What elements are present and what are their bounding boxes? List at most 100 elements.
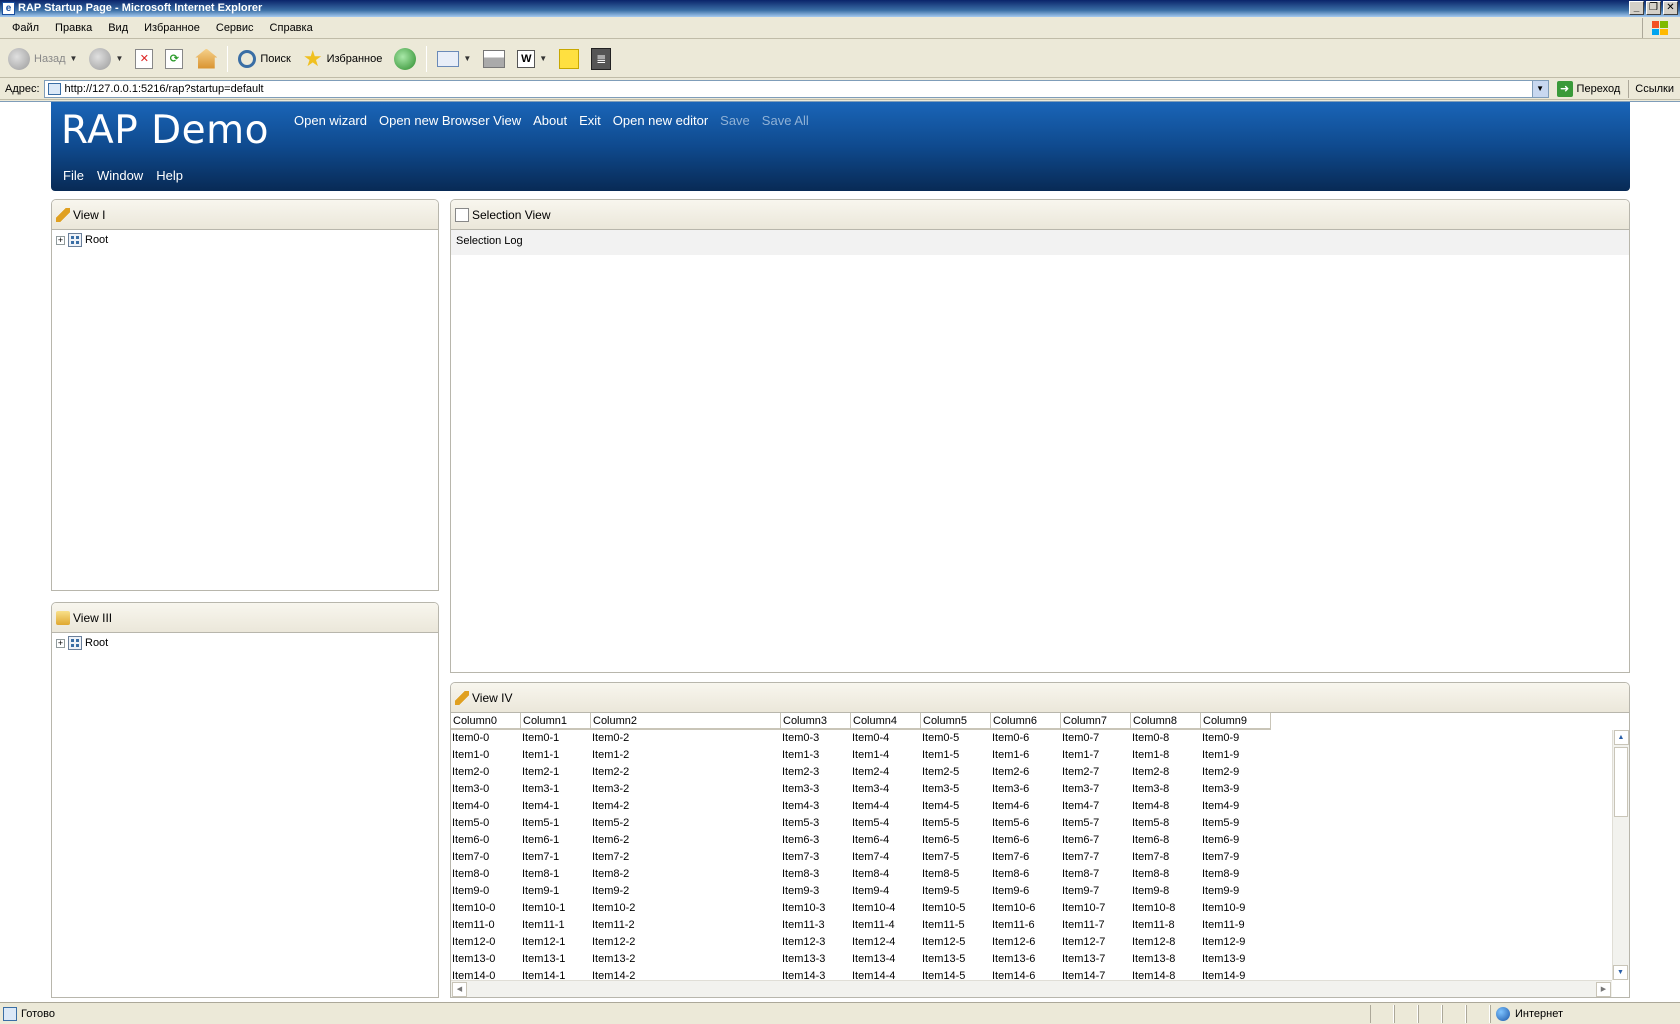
table-cell: Item14-8 [1132, 970, 1176, 980]
selection-view-header[interactable]: Selection View [451, 200, 1629, 230]
table-cell: Item5-5 [922, 817, 960, 829]
table-cell: Item14-3 [782, 970, 826, 980]
go-button[interactable]: ➜ Переход [1549, 80, 1629, 97]
column-header[interactable]: Column7 [1061, 713, 1131, 729]
scroll-left-icon[interactable]: ◀ [452, 982, 467, 997]
home-button[interactable] [191, 44, 221, 74]
expand-icon[interactable]: + [56, 638, 65, 648]
messenger-button[interactable]: ≣ [587, 44, 615, 74]
table-row[interactable]: Item14-0 Item14-1 Item14-2 Item14-3 Item14-4… [451, 968, 1612, 980]
table-row[interactable]: Item9-0 Item9-1 Item9-2 Item9-3 Item9-4 Item9… [451, 883, 1612, 900]
column-header[interactable]: Column8 [1131, 713, 1201, 729]
column-header[interactable]: Column5 [921, 713, 991, 729]
edit-button[interactable]: W ▼ [513, 44, 551, 74]
mail-button[interactable]: ▼ [433, 44, 475, 74]
expand-icon[interactable]: + [56, 235, 65, 245]
table-cell: Item9-8 [1132, 885, 1170, 897]
address-dropdown-button[interactable]: ▼ [1531, 80, 1548, 97]
chevron-down-icon[interactable]: ▼ [115, 54, 123, 63]
forward-button[interactable]: ▼ [85, 44, 127, 74]
horizontal-scrollbar[interactable]: ◀ ▶ [451, 980, 1612, 997]
action-open-wizard[interactable]: Open wizard [294, 113, 367, 128]
search-button[interactable]: Поиск [234, 44, 294, 74]
column-header[interactable]: Column2 [591, 713, 781, 729]
view-4-header[interactable]: View IV [451, 683, 1629, 713]
table-row[interactable]: Item6-0 Item6-1 Item6-2 Item6-3 Item6-4 Item6… [451, 832, 1612, 849]
rap-menu-window[interactable]: Window [97, 168, 143, 183]
table-cell: Item12-8 [1132, 936, 1176, 948]
scroll-down-icon[interactable]: ▼ [1613, 965, 1628, 980]
stop-button[interactable]: ✕ [131, 44, 157, 74]
print-button[interactable] [479, 44, 509, 74]
action-open-browser-view[interactable]: Open new Browser View [379, 113, 521, 128]
refresh-button[interactable]: ⟳ [161, 44, 187, 74]
column-header[interactable]: Column3 [781, 713, 851, 729]
status-panel [1370, 1004, 1394, 1023]
table-cell: Item7-6 [992, 851, 1030, 863]
vertical-scrollbar[interactable]: ▲ ▼ [1612, 730, 1629, 980]
close-button[interactable]: ✕ [1663, 1, 1678, 15]
menu-edit[interactable]: Правка [47, 22, 100, 34]
view-1-header[interactable]: View I [52, 200, 438, 230]
address-url[interactable]: http://127.0.0.1:5216/rap?startup=defaul… [65, 83, 264, 95]
rap-menu-help[interactable]: Help [156, 168, 183, 183]
rap-header: RAP Demo Open wizard Open new Browser Vi… [51, 102, 1630, 191]
column-header[interactable]: Column0 [451, 713, 521, 729]
ie-menubar: Файл Правка Вид Избранное Сервис Справка [0, 17, 1680, 39]
minimize-button[interactable]: _ [1629, 1, 1644, 15]
table-cell: Item14-4 [852, 970, 896, 980]
table-row[interactable]: Item8-0 Item8-1 Item8-2 Item8-3 Item8-4 Item8… [451, 866, 1612, 883]
rap-menu-file[interactable]: File [63, 168, 84, 183]
column-header[interactable]: Column9 [1201, 713, 1271, 729]
table-row[interactable]: Item5-0 Item5-1 Item5-2 Item5-3 Item5-4 Item5… [451, 815, 1612, 832]
restore-button[interactable]: ❐ [1646, 1, 1661, 15]
table-row[interactable]: Item3-0 Item3-1 Item3-2 Item3-3 Item3-4 Item3… [451, 781, 1612, 798]
action-about[interactable]: About [533, 113, 567, 128]
rap-action-bar: Open wizard Open new Browser View About … [294, 113, 809, 128]
table-row[interactable]: Item12-0 Item12-1 Item12-2 Item12-3 Item12-4… [451, 934, 1612, 951]
tree-node-root[interactable]: + Root [56, 232, 438, 248]
history-button[interactable] [390, 44, 420, 74]
chevron-down-icon[interactable]: ▼ [463, 54, 471, 63]
scroll-thumb[interactable] [1614, 747, 1628, 817]
table-row[interactable]: Item2-0 Item2-1 Item2-2 Item2-3 Item2-4 Item2… [451, 764, 1612, 781]
toolbar-separator [426, 45, 428, 72]
menu-view[interactable]: Вид [100, 22, 136, 34]
menu-tools[interactable]: Сервис [208, 22, 262, 34]
action-open-new-editor[interactable]: Open new editor [613, 113, 708, 128]
chevron-down-icon[interactable]: ▼ [539, 54, 547, 63]
column-header[interactable]: Column1 [521, 713, 591, 729]
address-input[interactable]: http://127.0.0.1:5216/rap?startup=defaul… [43, 79, 1549, 98]
table-cell: Item11-9 [1202, 919, 1245, 931]
table-row[interactable]: Item4-0 Item4-1 Item4-2 Item4-3 Item4-4 Item4… [451, 798, 1612, 815]
tree-node-root[interactable]: + Root [56, 635, 438, 651]
view-3-header[interactable]: View III [52, 603, 438, 633]
column-header[interactable]: Column4 [851, 713, 921, 729]
table-cell: Item8-4 [852, 868, 890, 880]
table-row[interactable]: Item7-0 Item7-1 Item7-2 Item7-3 Item7-4 Item7… [451, 849, 1612, 866]
links-button[interactable]: Ссылки [1628, 79, 1680, 98]
table-row[interactable]: Item1-0 Item1-1 Item1-2 Item1-3 Item1-4 Item1… [451, 747, 1612, 764]
menu-favorites[interactable]: Избранное [136, 22, 208, 34]
table-cell: Item10-3 [782, 902, 826, 914]
back-button[interactable]: Назад ▼ [4, 44, 81, 74]
notes-button[interactable] [555, 44, 583, 74]
menu-file[interactable]: Файл [4, 22, 47, 34]
table-row[interactable]: Item0-0 Item0-1 Item0-2 Item0-3 Item0-4 Item0… [451, 730, 1612, 747]
table-cell: Item14-9 [1202, 970, 1246, 980]
scroll-up-icon[interactable]: ▲ [1613, 730, 1629, 745]
table-row[interactable]: Item11-0 Item11-1 Item11-2 Item11-3 Item11-4… [451, 917, 1612, 934]
zone-label: Интернет [1515, 1007, 1563, 1020]
favorites-button[interactable]: ★ Избранное [299, 44, 386, 74]
menu-help[interactable]: Справка [262, 22, 321, 34]
table-row[interactable]: Item13-0 Item13-1 Item13-2 Item13-3 Item13-4… [451, 951, 1612, 968]
table-cell: Item11-1 [522, 919, 565, 931]
table-row[interactable]: Item10-0 Item10-1 Item10-2 Item10-3 Item10-4… [451, 900, 1612, 917]
action-exit[interactable]: Exit [579, 113, 601, 128]
table-cell: Item12-5 [922, 936, 966, 948]
table-cell: Item12-3 [782, 936, 826, 948]
view-1-tree: + Root [52, 230, 438, 248]
scroll-right-icon[interactable]: ▶ [1596, 982, 1611, 997]
chevron-down-icon[interactable]: ▼ [70, 54, 78, 63]
column-header[interactable]: Column6 [991, 713, 1061, 729]
